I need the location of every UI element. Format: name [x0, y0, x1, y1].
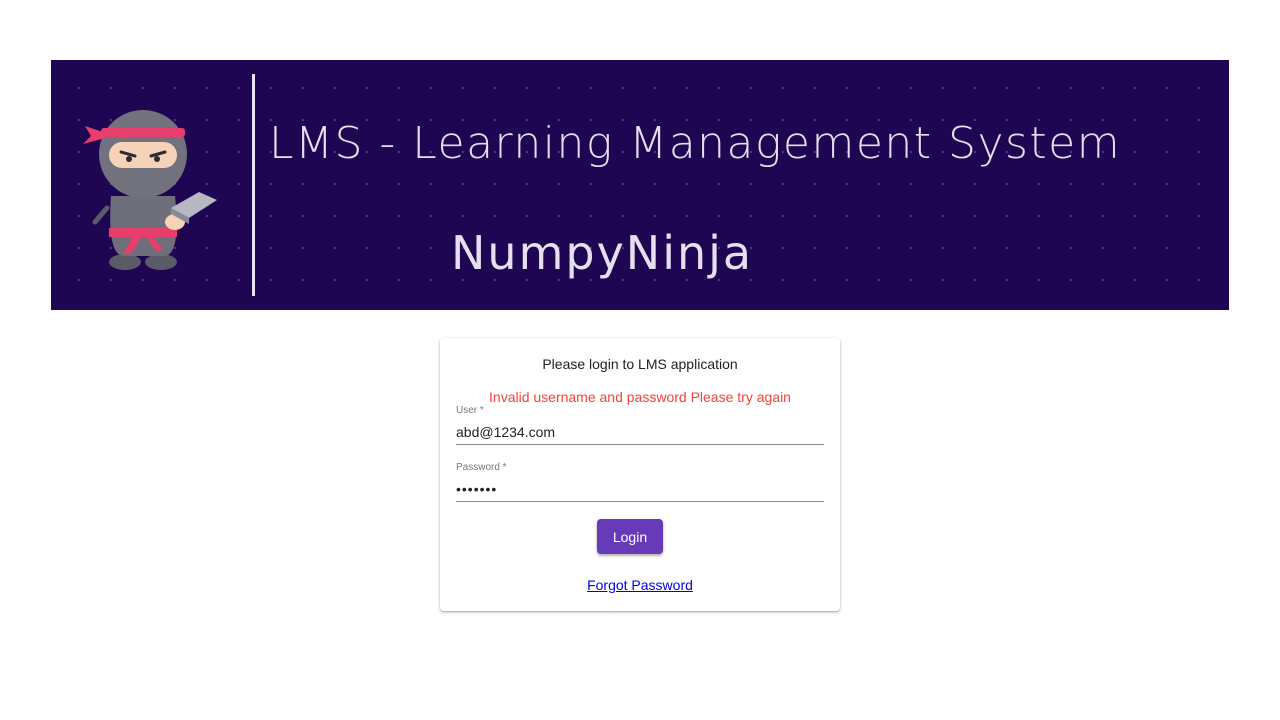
login-button[interactable]: Login — [597, 519, 663, 554]
banner-divider — [252, 74, 255, 296]
header-banner: LMS - Learning Management System NumpyNi… — [51, 60, 1229, 310]
password-input[interactable] — [456, 474, 824, 502]
login-card: Please login to LMS application Invalid … — [440, 338, 840, 611]
ninja-mascot-icon — [83, 110, 217, 270]
banner-title: LMS - Learning Management System — [269, 118, 1122, 169]
forgot-password-link[interactable]: Forgot Password — [587, 577, 693, 593]
password-label: Password * — [456, 462, 507, 473]
password-field: Password * — [456, 462, 824, 502]
forgot-password-container: Forgot Password — [440, 577, 840, 595]
banner-brand: NumpyNinja — [451, 226, 754, 280]
user-label: User * — [456, 405, 484, 416]
login-heading: Please login to LMS application — [542, 356, 738, 372]
user-input[interactable] — [456, 417, 824, 445]
error-message: Invalid username and password Please try… — [489, 389, 791, 405]
user-field: User * — [456, 405, 824, 445]
